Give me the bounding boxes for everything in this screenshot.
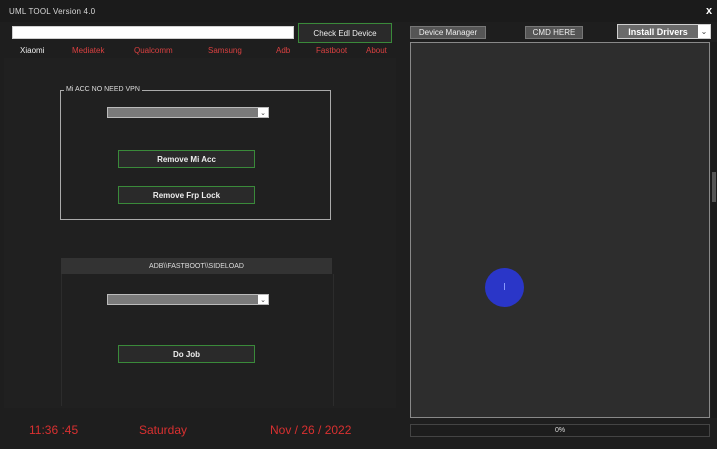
tab-mediatek[interactable]: Mediatek <box>72 46 104 55</box>
clock-day: Saturday <box>139 423 188 437</box>
console-scrollbar[interactable] <box>711 42 717 418</box>
chevron-down-icon[interactable]: ⌄ <box>698 25 710 38</box>
tab-qualcomm[interactable]: Qualcomm <box>134 46 173 55</box>
check-edl-device-button[interactable]: Check Edl Device <box>298 23 392 43</box>
clock-date: Nov / 26 / 2022 <box>270 423 352 437</box>
install-drivers-dropdown[interactable]: Install Drivers ⌄ <box>617 24 711 39</box>
tab-fastboot[interactable]: Fastboot <box>316 46 347 55</box>
log-console[interactable] <box>410 42 710 418</box>
chevron-down-icon[interactable]: ⌄ <box>258 108 268 117</box>
window-title: UML TOOL Version 4.0 <box>9 7 96 16</box>
close-button[interactable]: x <box>706 5 712 17</box>
progress-bar: 0% <box>410 424 710 437</box>
tab-xiaomi[interactable]: Xiaomi <box>20 46 44 55</box>
mi-account-group-title: Mi ACC NO NEED VPN <box>64 86 142 93</box>
title-bar: UML TOOL Version 4.0 x <box>0 0 717 22</box>
install-drivers-label: Install Drivers <box>628 26 688 37</box>
progress-label: 0% <box>554 427 566 434</box>
chevron-down-icon[interactable]: ⌄ <box>258 295 268 304</box>
adb-job-select[interactable]: ⌄ <box>107 294 269 305</box>
adb-fastboot-sideload-header: ADB\\FASTBOOT\\SIDELOAD <box>61 258 332 275</box>
brand-tabs: Xiaomi Mediatek Qualcomm Samsung Adb Fas… <box>0 44 400 58</box>
mi-method-select[interactable]: ⌄ <box>107 107 269 118</box>
text-cursor-icon: I <box>503 282 506 293</box>
scrollbar-thumb[interactable] <box>712 172 716 202</box>
tab-adb[interactable]: Adb <box>276 46 290 55</box>
tab-about[interactable]: About <box>366 46 387 55</box>
main-window: UML TOOL Version 4.0 x Check Edl Device … <box>0 0 717 449</box>
remove-frp-lock-button[interactable]: Remove Frp Lock <box>118 186 255 204</box>
device-path-input[interactable] <box>12 26 294 39</box>
tab-samsung[interactable]: Samsung <box>208 46 242 55</box>
device-manager-button[interactable]: Device Manager <box>410 26 486 39</box>
remove-mi-acc-button[interactable]: Remove Mi Acc <box>118 150 255 168</box>
do-job-button[interactable]: Do Job <box>118 345 255 363</box>
cmd-here-button[interactable]: CMD HERE <box>525 26 583 39</box>
clock-time: 11:36 :45 <box>29 423 79 437</box>
mouse-cursor-highlight: I <box>485 268 524 307</box>
